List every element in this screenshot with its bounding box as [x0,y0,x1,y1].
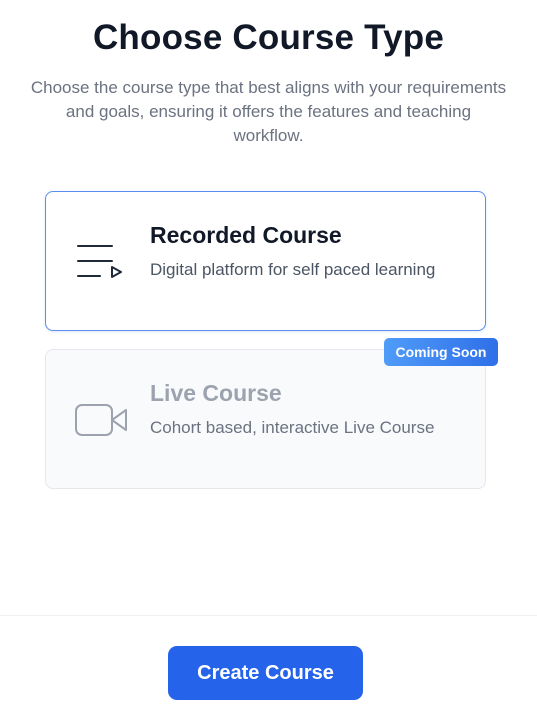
video-camera-icon [74,400,128,440]
create-course-button[interactable]: Create Course [168,646,363,700]
page-title: Choose Course Type [92,18,445,57]
page-subtitle: Choose the course type that best aligns … [30,78,507,145]
recorded-course-title: Recorded Course [150,222,342,248]
live-course-description: Cohort based, interactive Live Course [150,418,435,437]
playlist-play-icon [74,242,128,282]
coming-soon-badge: Coming Soon [384,338,498,366]
live-course-title: Live Course [150,380,282,406]
course-type-page: Choose Course Type Choose the course typ… [0,0,537,706]
recorded-course-option[interactable]: Recorded Course Digital platform for sel… [45,191,486,331]
footer-divider [0,615,537,616]
live-course-option: Live Course Cohort based, interactive Li… [45,349,486,489]
recorded-course-description: Digital platform for self paced learning [150,260,436,279]
